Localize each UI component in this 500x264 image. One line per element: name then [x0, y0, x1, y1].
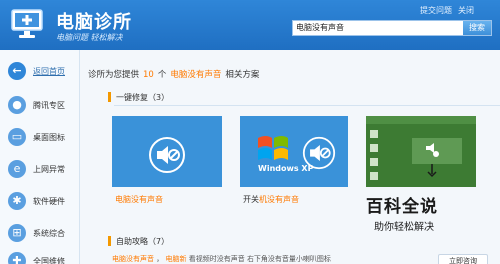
help-links-row: 电脑没有声音 ， 电脑新 看视频时没有声音 右下角没有音量小喇叭图标 — [112, 255, 331, 263]
title-prefix: 诊所为您提供 — [88, 70, 140, 80]
section-marker — [108, 92, 111, 102]
watermark: 百科全说 助你轻松解决 — [352, 192, 462, 240]
watermark-subtitle: 助你轻松解决 — [374, 222, 434, 233]
sidebar-item-desktop[interactable]: ▭ 桌面图标 — [0, 128, 80, 150]
gear-icon: ✱ — [8, 192, 26, 210]
card-image — [366, 116, 476, 187]
sidebar-item-label: 软件硬件 — [33, 197, 65, 206]
sidebar-item-label: 返回首页 — [33, 67, 65, 76]
result-query: 电脑没有声音 — [170, 70, 222, 80]
search-input[interactable]: 电脑没有声音 — [296, 22, 344, 33]
app-slogan: 电脑问题 轻松解决 — [56, 33, 123, 42]
card-caption-highlight: 机没有声音 — [259, 195, 299, 204]
monitor-logo-icon — [11, 9, 43, 38]
ie-browser-icon: e — [8, 160, 26, 178]
sidebar-item-label: 桌面图标 — [33, 133, 65, 142]
desktop-icon: ▭ — [8, 128, 26, 146]
sidebar-item-software[interactable]: ✱ 软件硬件 — [0, 192, 80, 214]
app-window: 电脑诊所 电脑问题 轻松解决 提交问题 关闭 电脑没有声音 搜索 ← 返回首页 … — [0, 0, 500, 264]
sidebar-item-label: 腾讯专区 — [33, 101, 65, 110]
card-caption-highlight: 电脑没有声音 — [115, 195, 163, 204]
section-marker — [108, 236, 111, 246]
consult-button[interactable]: 立即咨询 — [438, 254, 488, 264]
app-name: 电脑诊所 — [56, 12, 132, 33]
card-image — [112, 116, 222, 187]
sidebar: ← 返回首页 ● 腾讯专区 ▭ 桌面图标 e 上网异常 ✱ 软件硬件 ⊞ 系统综… — [0, 50, 80, 264]
card-caption-prefix: 开关 — [243, 195, 259, 204]
windows-icon: ⊞ — [8, 224, 26, 242]
help-link[interactable]: 电脑没有声音 — [112, 255, 154, 263]
feedback-link[interactable]: 提交问题 — [420, 5, 452, 16]
section-title-repair: 一键修复（3） — [116, 93, 170, 102]
qq-penguin-icon: ● — [8, 96, 26, 114]
card-image: Windows XP — [240, 116, 348, 187]
card-caption: 开关机没有声音 — [243, 194, 299, 205]
search-button[interactable]: 搜索 — [463, 21, 491, 35]
repair-card-1[interactable]: 电脑没有声音 — [112, 116, 222, 206]
mute-speaker-icon — [149, 137, 185, 173]
close-link[interactable]: 关闭 — [458, 5, 474, 16]
header-bar: 电脑诊所 电脑问题 轻松解决 提交问题 关闭 电脑没有声音 搜索 — [0, 0, 500, 50]
desktop-screenshot-icon — [366, 116, 476, 187]
sidebar-item-repair[interactable]: ✚ 全国维修 — [0, 252, 80, 264]
repair-icon: ✚ — [8, 252, 26, 264]
sidebar-item-label: 上网异常 — [33, 165, 65, 174]
sidebar-item-label: 全国维修 — [33, 257, 65, 264]
card-caption: 电脑没有声音 — [115, 194, 163, 205]
watermark-title: 百科全说 — [366, 197, 438, 217]
windows-xp-logo-icon — [258, 136, 288, 160]
search-box[interactable]: 电脑没有声音 搜索 — [292, 20, 492, 36]
title-mid: 个 — [157, 70, 167, 80]
help-link[interactable]: 右下角没有音量小喇叭图标 — [247, 255, 331, 263]
sidebar-item-tencent[interactable]: ● 腾讯专区 — [0, 96, 80, 118]
sidebar-item-network[interactable]: e 上网异常 — [0, 160, 80, 182]
sidebar-item-label: 系统综合 — [33, 229, 65, 238]
help-link[interactable]: 电脑新 — [165, 255, 186, 263]
help-link[interactable]: 看视频时没有声音 — [189, 255, 245, 263]
title-suffix: 相关方案 — [225, 70, 260, 80]
back-arrow-icon: ← — [8, 62, 26, 80]
section-header-repair: 一键修复（3） — [108, 90, 500, 106]
mute-speaker-icon — [302, 136, 336, 170]
sidebar-item-system[interactable]: ⊞ 系统综合 — [0, 224, 80, 246]
result-count: 10 — [143, 70, 154, 80]
section-title-help: 自助攻略（7） — [116, 237, 170, 246]
repair-card-2[interactable]: Windows XP 开关机没有声音 — [240, 116, 348, 206]
sidebar-item-home[interactable]: ← 返回首页 — [0, 62, 80, 84]
result-title: 诊所为您提供 10 个电脑没有声音 相关方案 — [88, 68, 259, 80]
